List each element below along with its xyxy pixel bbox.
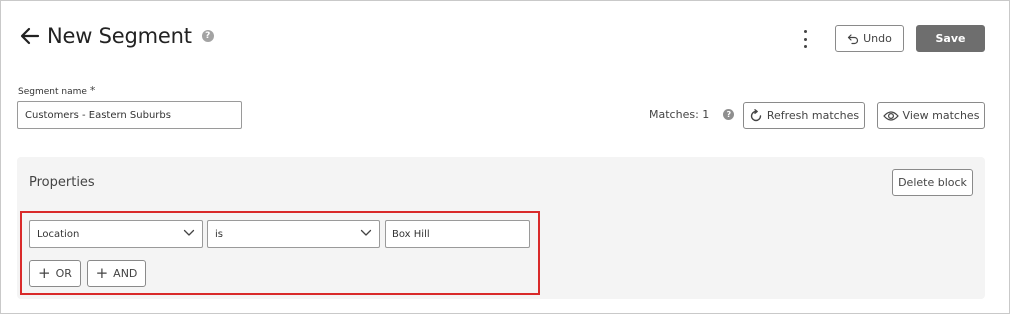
delete-block-button[interactable]: Delete block [892,169,973,196]
matches-count: Matches: 1 ? [649,108,735,121]
chevron-down-icon [360,229,372,240]
view-matches-button[interactable]: View matches [877,102,985,129]
required-marker: * [89,84,96,97]
view-matches-label: View matches [902,109,980,122]
matches-label: Matches: 1 [649,108,710,121]
refresh-matches-label: Refresh matches [766,109,860,122]
chevron-down-icon [183,229,195,240]
rule-value-input[interactable] [385,220,530,248]
property-field-select[interactable]: Location [29,220,203,248]
undo-button[interactable]: Undo [835,25,904,52]
plus-icon: + [38,264,51,282]
save-label: Save [935,32,966,45]
save-button[interactable]: Save [916,25,985,52]
or-label: OR [55,267,72,280]
segment-name-label: Segment name * [18,84,96,97]
eye-icon [882,110,899,122]
question-circle-icon[interactable]: ? [723,109,735,120]
refresh-icon [749,108,763,123]
operator-select[interactable]: is [207,220,380,248]
properties-title: Properties [29,175,95,190]
add-and-button[interactable]: + AND [87,260,146,287]
refresh-matches-button[interactable]: Refresh matches [743,102,865,129]
plus-icon: + [95,264,109,282]
kebab-vertical-icon[interactable] [800,30,810,48]
undo-arrow-icon [847,33,859,45]
page-header: New Segment ? [19,24,214,48]
and-label: AND [113,267,138,280]
segment-name-input[interactable] [17,101,242,129]
add-or-button[interactable]: + OR [29,260,81,287]
operator-value: is [215,228,223,240]
page-title: New Segment [47,24,192,48]
question-circle-icon[interactable]: ? [201,30,214,42]
undo-label: Undo [863,32,892,45]
arrow-left-icon[interactable] [19,25,41,47]
property-field-value: Location [37,228,80,240]
delete-block-label: Delete block [898,176,967,189]
